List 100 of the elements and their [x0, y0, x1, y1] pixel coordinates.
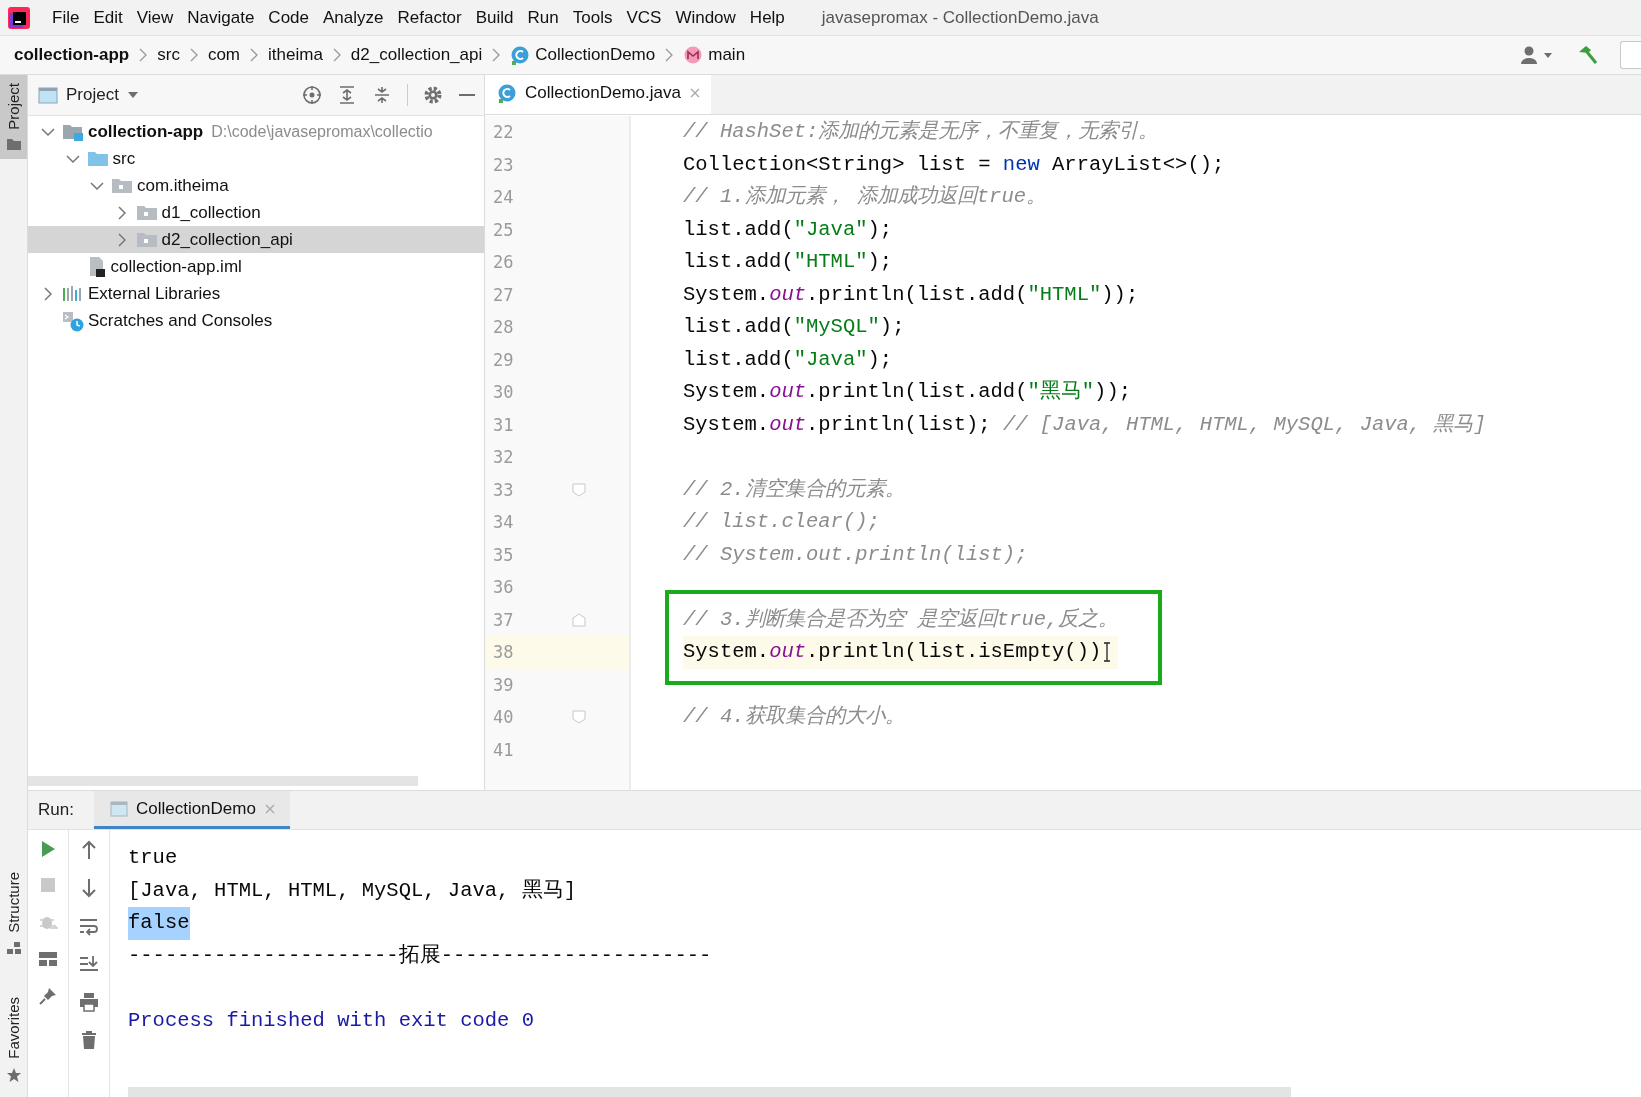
line-number: 36 [492, 577, 515, 598]
tree-label: Scratches and Consoles [88, 310, 273, 331]
line-number: 33 [492, 479, 515, 500]
class-icon [497, 83, 517, 103]
chevron-down-icon[interactable] [41, 127, 55, 136]
menu-item[interactable]: File [45, 4, 87, 31]
line-number: 29 [492, 349, 515, 370]
code-line: // list.clear(); [683, 509, 880, 535]
breadcrumb-item[interactable]: collection-app [14, 45, 130, 65]
breadcrumb-item[interactable]: d2_collection_api [350, 45, 483, 65]
caret-icon[interactable] [126, 91, 139, 99]
package-folder-icon [111, 176, 133, 195]
line-number: 35 [492, 544, 515, 565]
code-line: System.out.println(list.isEmpty()) [683, 639, 1102, 665]
chevron-down-icon[interactable] [65, 154, 80, 163]
chevron-right-icon[interactable] [117, 205, 126, 220]
code-line: Collection<String> list = new ArrayList<>(); [683, 151, 1225, 178]
code-line: // 3.判断集合是否为空 是空返回true,反之。 [683, 606, 1119, 633]
menu-item[interactable]: VCS [619, 4, 669, 31]
breadcrumb-item[interactable]: main [708, 45, 746, 65]
menu-item[interactable]: Build [468, 4, 521, 31]
breadcrumb-item[interactable]: CollectionDemo [535, 45, 656, 65]
fold-marker-icon[interactable] [572, 482, 586, 497]
package-folder-icon [135, 230, 158, 249]
text-cursor-icon [1103, 642, 1112, 663]
locate-icon[interactable] [302, 85, 322, 105]
tree-label: External Libraries [88, 283, 221, 304]
scrollbar[interactable] [128, 1087, 1291, 1097]
tree-row[interactable]: Scratches and Consoles [28, 307, 484, 334]
tree-row[interactable]: d1_collection [28, 199, 484, 226]
panel-title[interactable]: Project [66, 85, 119, 105]
code-line: System.out.println(list.add("黑马")); [683, 379, 1131, 405]
chevron-down-icon[interactable] [90, 181, 104, 190]
line-number: 41 [492, 739, 515, 760]
app-logo-icon [8, 6, 30, 29]
tree-row[interactable]: com.itheima [28, 172, 484, 199]
code-line: // 1.添加元素， 添加成功返回true。 [683, 184, 1047, 210]
code-line: System.out.println(list); // [Java, HTML, HTML, MySQL, Java, 黑马] [683, 411, 1486, 438]
code-line: list.add("MySQL"); [683, 314, 905, 340]
menu-item[interactable]: Help [742, 4, 792, 31]
menu-item[interactable]: Code [261, 4, 316, 31]
line-number: 28 [492, 317, 515, 338]
tree-row[interactable]: d2_collection_api [28, 226, 484, 253]
fold-marker-icon[interactable] [572, 710, 586, 725]
code-line: // 2.清空集合的元素。 [683, 476, 905, 503]
settings-icon[interactable] [423, 85, 443, 105]
line-number: 23 [492, 154, 515, 175]
chevron-right-icon[interactable] [44, 286, 52, 301]
code-line: // 4.获取集合的大小。 [683, 704, 905, 730]
breadcrumb-item[interactable]: itheima [268, 45, 323, 65]
breadcrumb-item[interactable]: com [207, 45, 241, 65]
menu-item[interactable]: Navigate [180, 4, 262, 31]
editor-tab[interactable]: CollectionDemo.java [485, 75, 711, 114]
libraries-icon [62, 284, 84, 303]
collapse-all-icon[interactable] [372, 85, 392, 105]
separator-icon [250, 48, 259, 62]
line-number: 34 [492, 512, 515, 533]
tree-label: d1_collection [161, 202, 261, 223]
tree-row[interactable]: collection-app D:\code\javasepromax\collectio [28, 118, 484, 145]
separator-icon [665, 48, 674, 62]
pin-icon[interactable] [38, 986, 58, 1006]
run-icon[interactable] [39, 840, 57, 858]
folder-icon [86, 149, 109, 168]
tool-window-tab[interactable]: Structure [0, 864, 27, 964]
menu-item[interactable]: Edit [86, 4, 130, 31]
print-icon[interactable] [79, 992, 99, 1012]
close-icon[interactable] [688, 87, 701, 99]
console-line: ----------------------拓展---------------------- [128, 942, 712, 969]
menu-item[interactable]: Analyze [316, 4, 391, 31]
method-icon [683, 45, 704, 65]
tree-row[interactable]: src [28, 145, 484, 172]
scrollbar[interactable] [28, 776, 418, 786]
menu-item[interactable]: Tools [565, 4, 620, 31]
fold-marker-icon[interactable] [572, 612, 586, 627]
separator-icon [492, 48, 501, 62]
scroll-to-end-icon[interactable] [79, 954, 99, 974]
menu-item[interactable]: Run [520, 4, 566, 31]
tree-label: collection-app [88, 121, 204, 142]
up-arrow-icon[interactable] [80, 840, 98, 860]
class-icon [510, 45, 531, 65]
soft-wrap-icon[interactable] [79, 916, 99, 936]
user-icon[interactable] [1520, 45, 1554, 65]
menu-item[interactable]: Refactor [390, 4, 469, 31]
chevron-right-icon[interactable] [117, 232, 126, 247]
down-arrow-icon[interactable] [80, 878, 98, 898]
tool-window-tab[interactable]: Favorites [0, 989, 27, 1091]
expand-all-icon[interactable] [337, 85, 357, 105]
breadcrumb-item[interactable]: src [157, 45, 180, 65]
layout-icon[interactable] [38, 950, 58, 968]
toolbar-field[interactable] [1620, 41, 1641, 69]
separator-icon [139, 48, 148, 62]
tool-window-tab[interactable]: Project [0, 75, 27, 159]
trash-icon[interactable] [80, 1030, 98, 1050]
run-tab[interactable]: CollectionDemo [93, 791, 290, 829]
menu-item[interactable]: Window [668, 4, 743, 31]
menu-item[interactable]: View [129, 4, 181, 31]
tree-row[interactable]: collection-app.iml [28, 253, 484, 280]
tree-row[interactable]: External Libraries [28, 280, 484, 307]
code-line: list.add("Java"); [683, 346, 893, 373]
panel-icon [38, 86, 58, 104]
